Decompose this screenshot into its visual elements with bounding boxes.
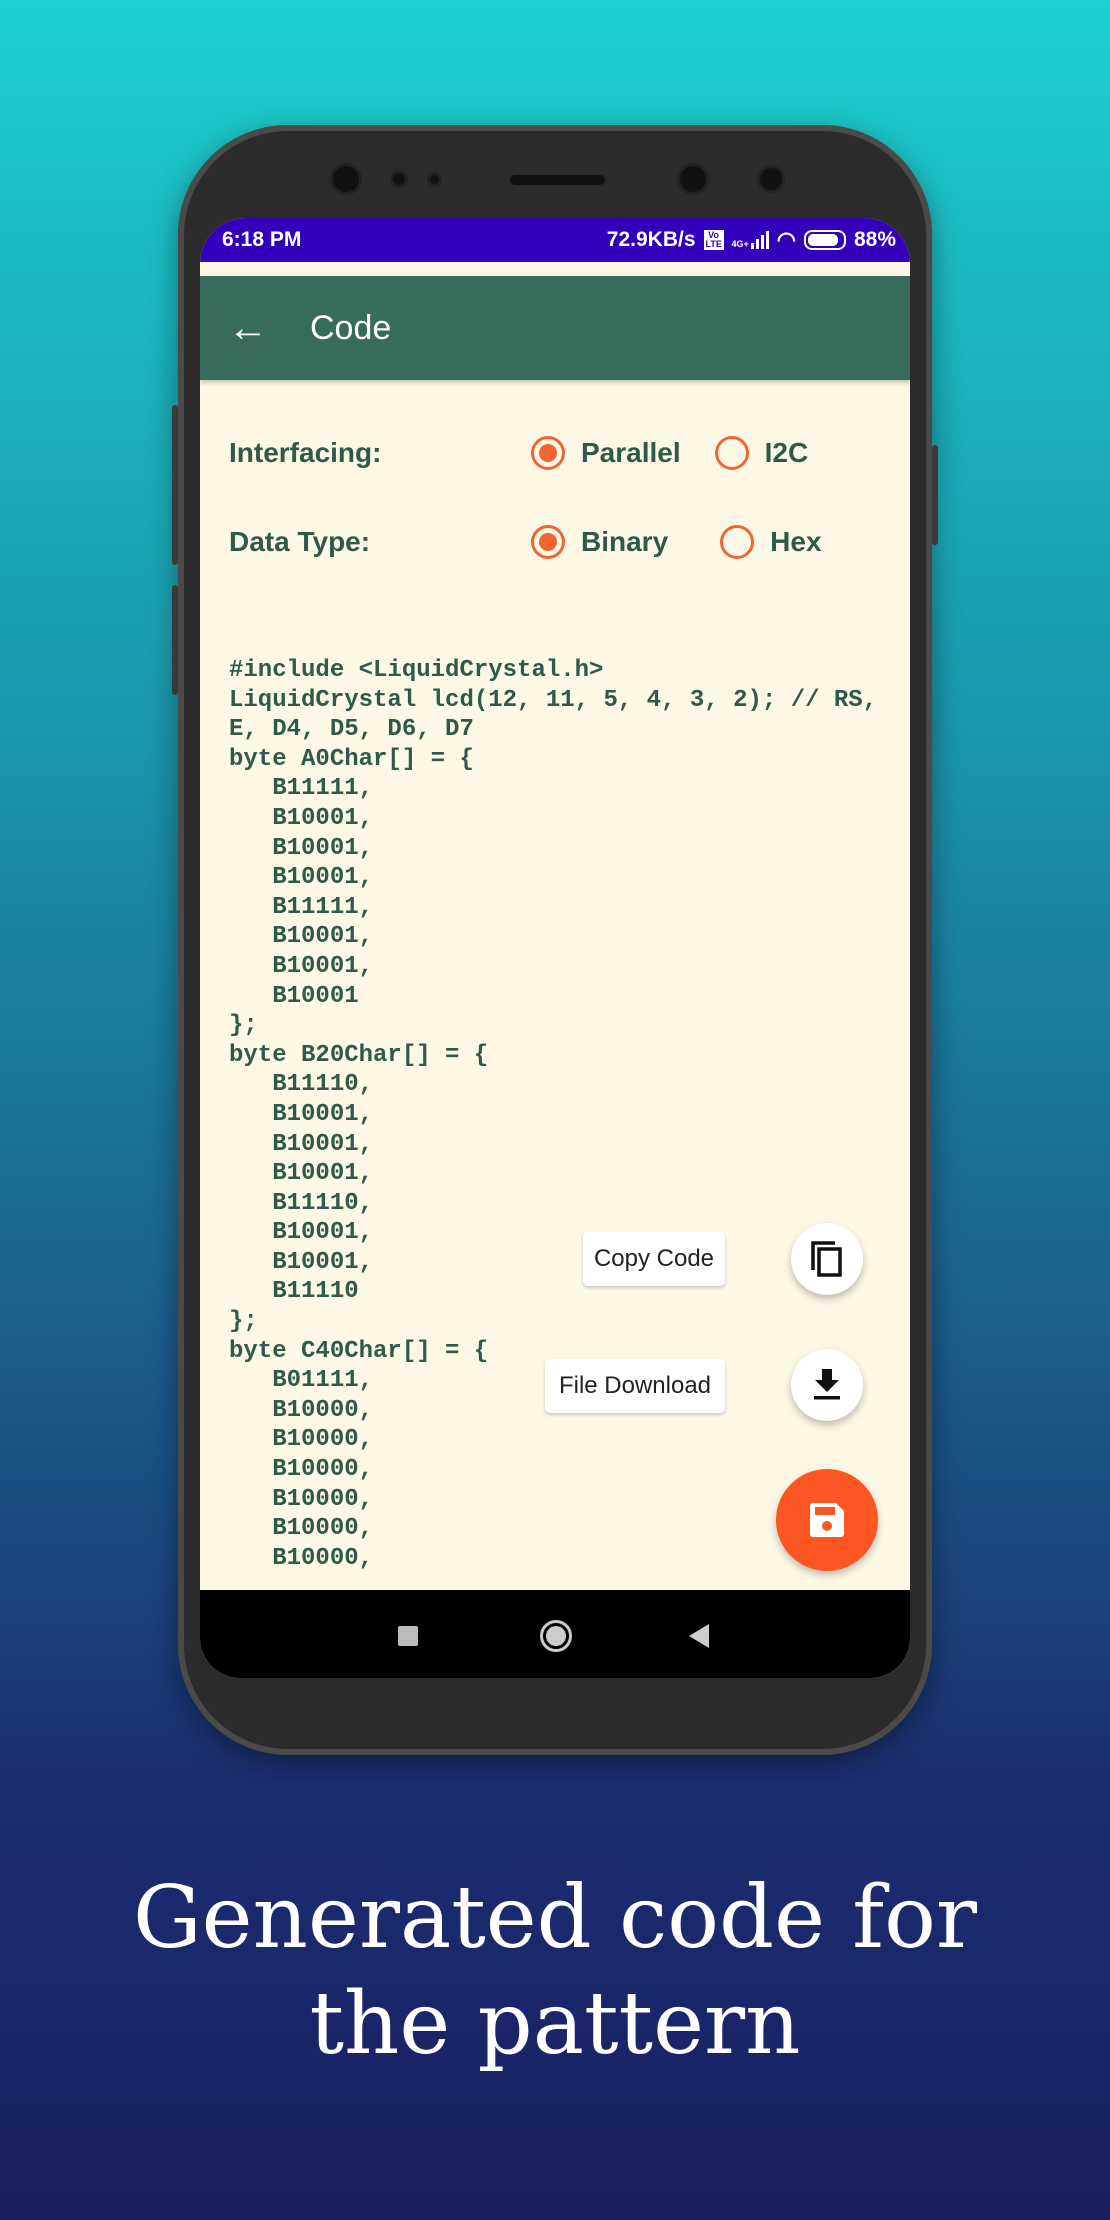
radio-i2c[interactable]: I2C — [714, 436, 809, 470]
radio-selected-icon[interactable] — [531, 436, 565, 470]
copy-icon — [811, 1241, 842, 1277]
save-icon — [810, 1503, 844, 1537]
net-speed: 72.9KB/s — [606, 228, 696, 251]
radio-binary[interactable]: Binary — [531, 525, 668, 559]
camera — [760, 168, 782, 190]
file-download-label[interactable]: File Download — [545, 1359, 725, 1413]
battery-level: 88% — [853, 228, 896, 251]
radio-label: I2C — [764, 437, 809, 468]
front-camera — [333, 166, 359, 192]
arrow-left-icon[interactable]: ← — [200, 306, 310, 351]
copy-code-button[interactable] — [791, 1223, 863, 1295]
code-content: Interfacing: Parallel I2C Data Type: Bin… — [200, 380, 910, 1590]
battery-icon — [803, 230, 846, 250]
camera — [680, 166, 706, 192]
side-button — [172, 585, 178, 695]
sensor — [430, 175, 439, 184]
system-nav-bar — [200, 1590, 910, 1678]
power-button — [932, 445, 938, 545]
data-type-label: Data Type: — [229, 526, 371, 557]
status-bar: 6:18 PM 72.9KB/s Vo LTE 4G+ ◠ 88% — [200, 218, 910, 262]
wifi-icon: ◠ — [776, 227, 796, 252]
app-bar: ← Code — [200, 276, 910, 380]
clock: 6:18 PM — [222, 228, 302, 251]
volume-button — [172, 405, 178, 565]
radio-parallel[interactable]: Parallel — [531, 436, 681, 470]
file-download-button[interactable] — [791, 1349, 863, 1421]
copy-code-label[interactable]: Copy Code — [583, 1232, 725, 1286]
interfacing-row: Interfacing: Parallel I2C — [229, 436, 842, 470]
save-fab[interactable] — [776, 1469, 878, 1571]
generated-code[interactable]: #include <LiquidCrystal.h> LiquidCrystal… — [229, 656, 877, 1573]
radio-label: Hex — [770, 526, 822, 557]
data-type-row: Data Type: Binary Hex — [229, 525, 856, 559]
volte-icon: Vo LTE — [703, 230, 724, 250]
caption-line-2: the pattern — [309, 1974, 801, 2074]
back-nav-icon[interactable] — [689, 1624, 709, 1648]
home-icon[interactable] — [540, 1620, 572, 1652]
page-title: Code — [310, 308, 392, 347]
radio-selected-icon[interactable] — [531, 525, 565, 559]
speaker-grille — [510, 175, 605, 185]
radio-hex[interactable]: Hex — [720, 525, 822, 559]
radio-unselected-icon[interactable] — [720, 525, 755, 559]
sensor — [393, 173, 405, 185]
phone-screen: 6:18 PM 72.9KB/s Vo LTE 4G+ ◠ 88% ← Code … — [200, 218, 910, 1678]
network-type: 4G+ — [731, 239, 749, 249]
interfacing-label: Interfacing: — [229, 437, 382, 468]
radio-label: Binary — [581, 526, 669, 557]
signal-icon: 4G+ — [732, 231, 769, 249]
radio-unselected-icon[interactable] — [714, 436, 749, 470]
radio-label: Parallel — [581, 437, 681, 468]
recents-icon[interactable] — [398, 1626, 418, 1646]
download-icon — [814, 1369, 840, 1400]
caption-line-1: Generated code for — [132, 1868, 978, 1968]
